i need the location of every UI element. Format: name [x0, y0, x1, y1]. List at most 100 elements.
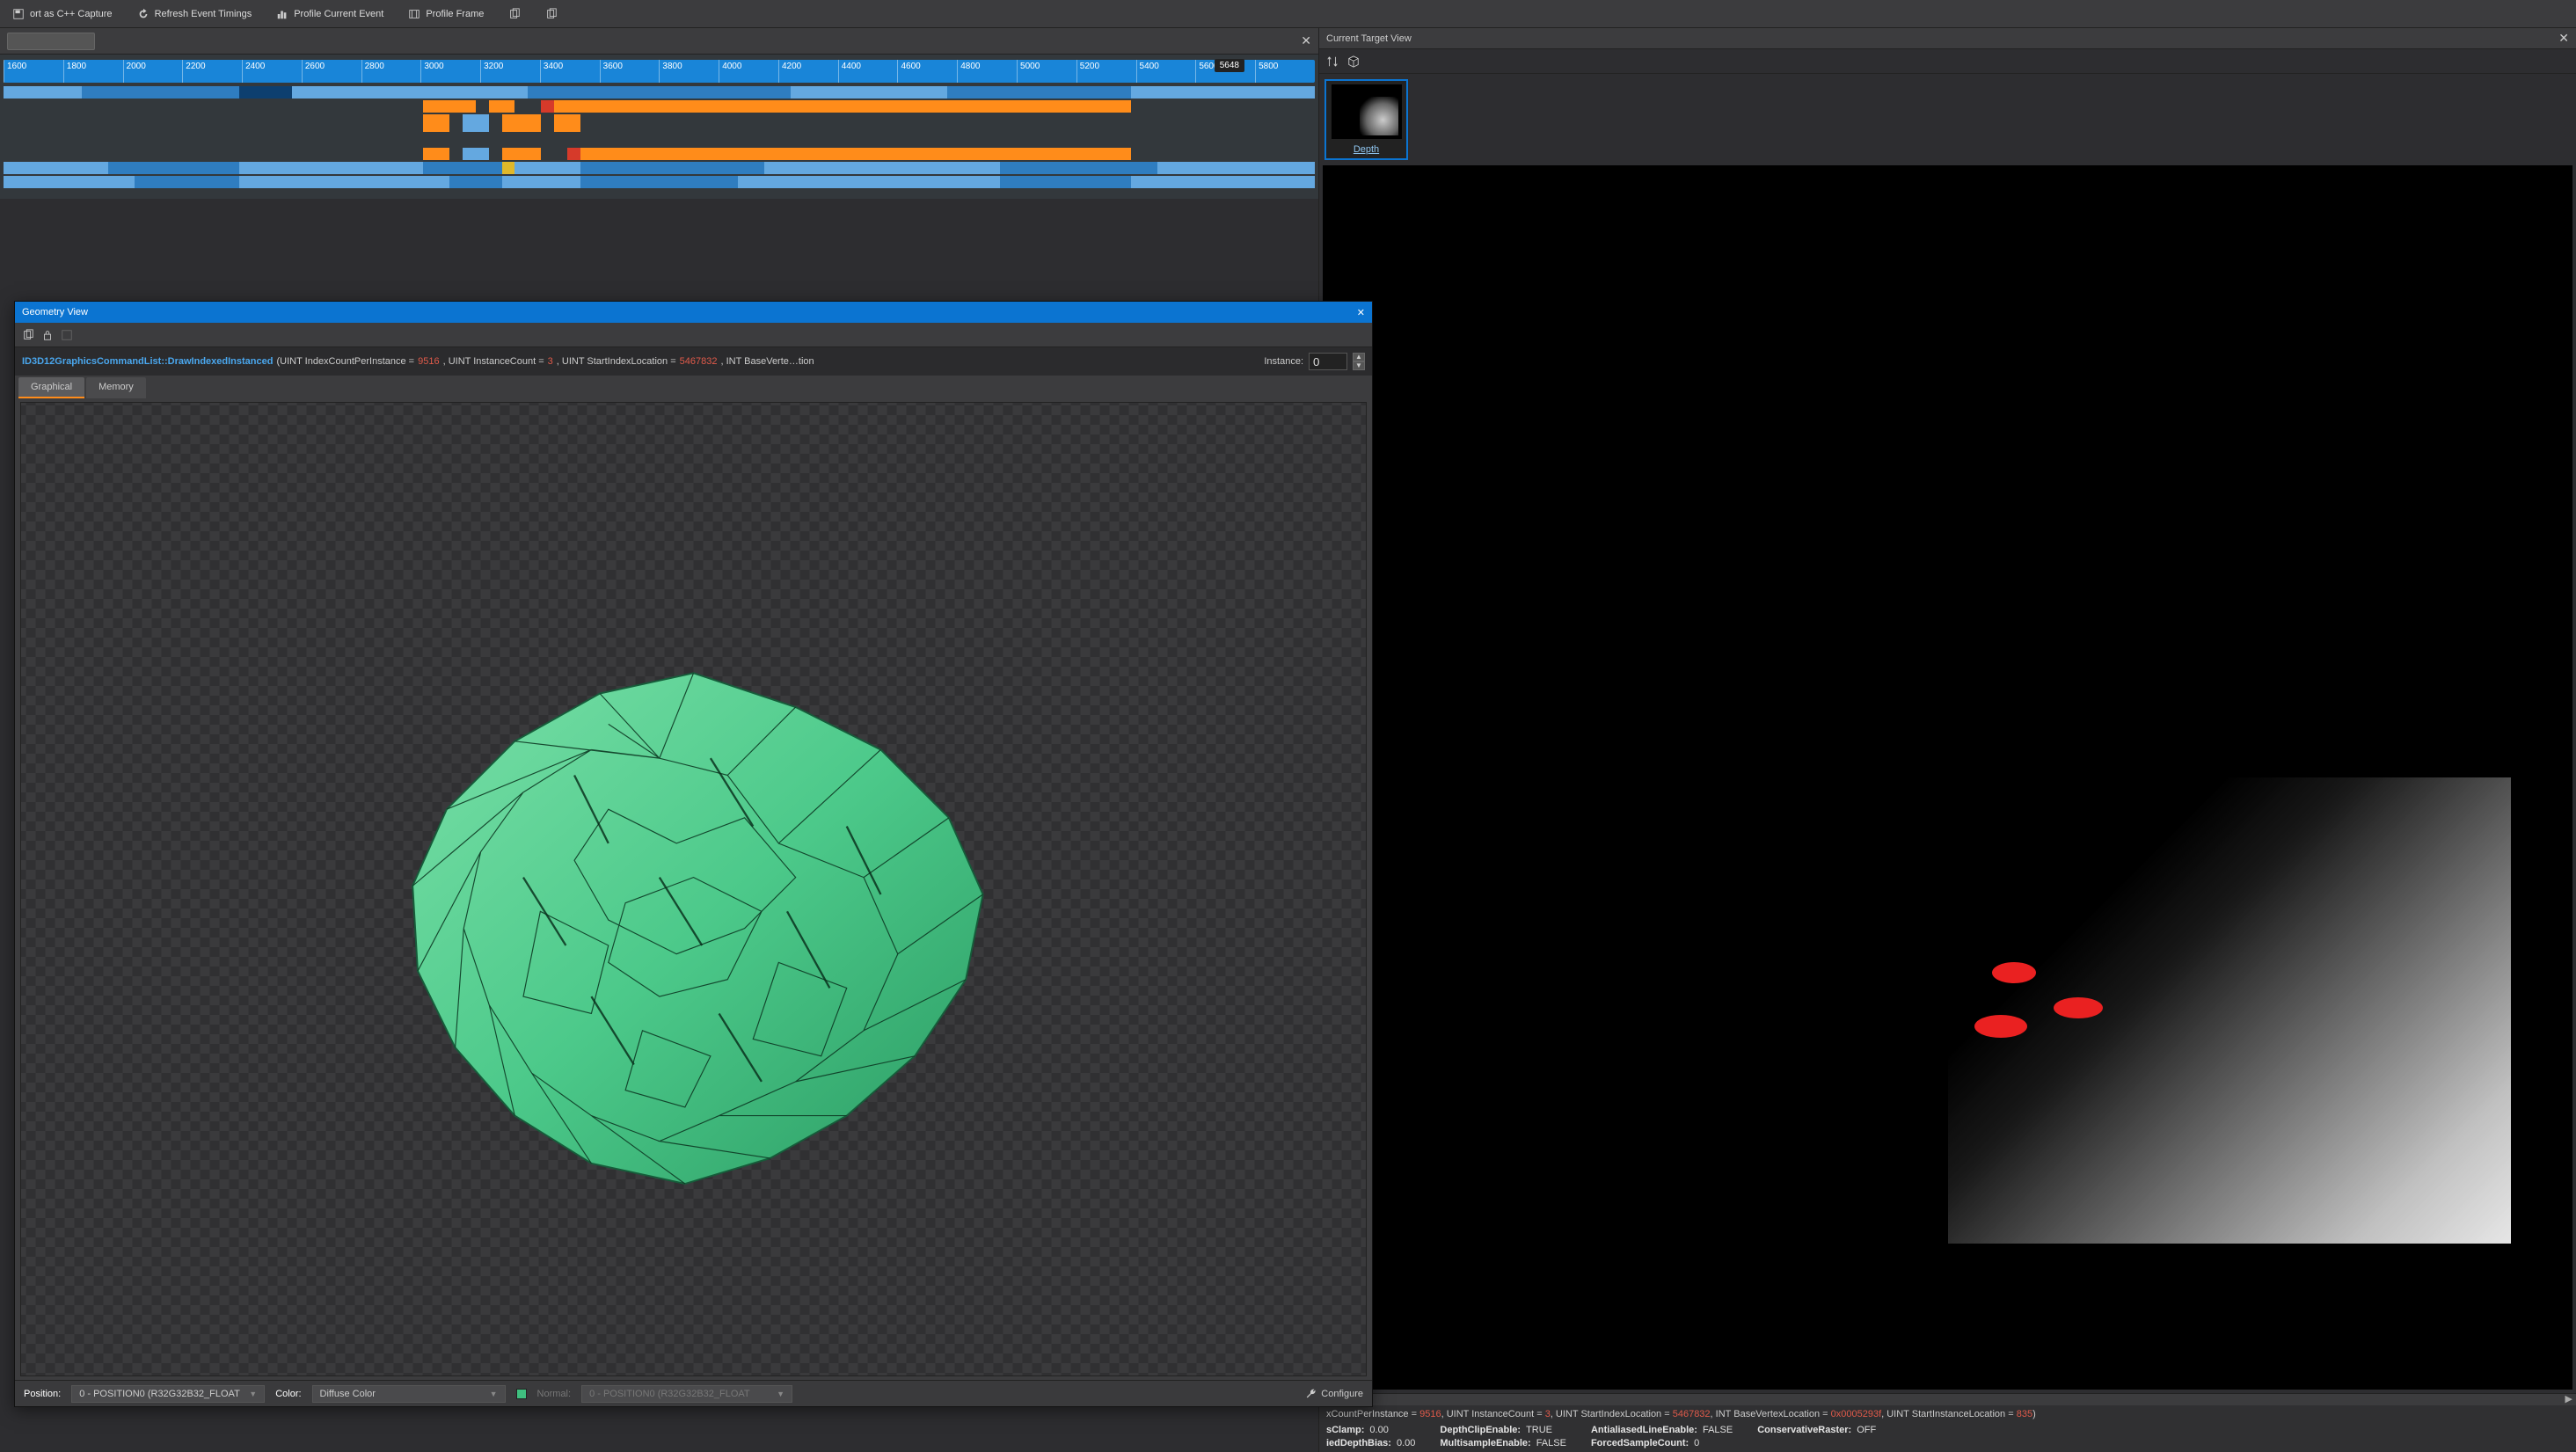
target-view-header: Current Target View ✕ — [1319, 28, 2576, 49]
timeline-track[interactable] — [4, 100, 1315, 113]
color-label: Color: — [275, 1389, 301, 1399]
bars-icon — [276, 8, 288, 20]
right-column: Current Target View ✕ Depth xCountPerIns… — [1318, 28, 2576, 1452]
ruler-tick: 2200 — [182, 60, 242, 83]
timeline-track[interactable] — [4, 148, 1315, 160]
timeline-cursor-value: 5648 — [1215, 59, 1244, 72]
ruler-tick: 4400 — [838, 60, 898, 83]
ruler-tick: 2400 — [242, 60, 302, 83]
refresh-icon — [137, 8, 150, 20]
copy-icon-button[interactable] — [503, 4, 526, 24]
timeline-ruler[interactable]: 5648 16001800200022002400260028003000320… — [4, 60, 1315, 83]
ruler-tick: 4600 — [897, 60, 957, 83]
depth-thumbnail — [1332, 84, 1402, 139]
render-target-strip: Depth — [1319, 74, 2576, 165]
geometry-view-panel: Geometry View ✕ ID3D12GraphicsCommandLis… — [14, 301, 1373, 1407]
ruler-tick: 3600 — [600, 60, 660, 83]
refresh-label: Refresh Event Timings — [155, 9, 252, 19]
event-timeline[interactable]: 5648 16001800200022002400260028003000320… — [0, 55, 1318, 199]
disabled-icon — [61, 329, 73, 341]
horizontal-scrollbar[interactable] — [1319, 1393, 2576, 1405]
ruler-tick: 5200 — [1076, 60, 1136, 83]
instance-label: Instance: — [1264, 356, 1303, 367]
target-toolbar — [1319, 49, 2576, 74]
timeline-track[interactable] — [4, 114, 1315, 132]
instance-spinner[interactable]: ▲▼ — [1353, 353, 1365, 370]
timeline-track[interactable] — [4, 162, 1315, 174]
target-close-button[interactable]: ✕ — [2558, 31, 2569, 46]
color-dropdown[interactable]: Diffuse Color▼ — [312, 1385, 506, 1403]
depth-label[interactable]: Depth — [1354, 144, 1379, 155]
filter-dropdown[interactable] — [7, 33, 95, 50]
position-label: Position: — [24, 1389, 61, 1399]
geometry-titlebar[interactable]: Geometry View ✕ — [15, 302, 1372, 323]
copy-icon — [508, 8, 521, 20]
configure-label: Configure — [1321, 1389, 1363, 1399]
highlight-marker — [1992, 962, 2036, 983]
export-cpp-button[interactable]: ort as C++ Capture — [7, 4, 118, 24]
mesh-viewport[interactable] — [20, 402, 1367, 1376]
info-statement: xCountPerInstance = 9516, UINT InstanceC… — [1326, 1409, 2569, 1419]
geometry-footer: Position: 0 - POSITION0 (R32G32B32_FLOAT… — [15, 1380, 1372, 1406]
lock-icon[interactable] — [41, 329, 54, 341]
position-dropdown[interactable]: 0 - POSITION0 (R32G32B32_FLOAT▼ — [71, 1385, 265, 1403]
profile-current-button[interactable]: Profile Current Event — [271, 4, 389, 24]
ruler-tick: 4200 — [778, 60, 838, 83]
ruler-tick: 2000 — [123, 60, 183, 83]
render-target-card[interactable]: Depth — [1324, 79, 1408, 160]
timeline-close-button[interactable]: ✕ — [1301, 33, 1311, 48]
ruler-tick: 5400 — [1136, 60, 1196, 83]
ruler-tick: 3200 — [480, 60, 540, 83]
normal-dropdown[interactable]: 0 - POSITION0 (R32G32B32_FLOAT▼ — [581, 1385, 792, 1403]
ruler-tick: 4800 — [957, 60, 1017, 83]
main-toolbar: ort as C++ Capture Refresh Event Timings… — [0, 0, 2576, 28]
highlight-marker — [1974, 1015, 2027, 1038]
configure-button[interactable]: Configure — [1305, 1388, 1363, 1400]
geometry-tabs: Graphical Memory — [15, 376, 1372, 398]
copy2-icon-button[interactable] — [540, 4, 563, 24]
geometry-close-button[interactable]: ✕ — [1357, 307, 1365, 318]
target-view-title: Current Target View — [1326, 33, 1412, 44]
ruler-tick: 5800 — [1255, 60, 1315, 83]
tab-memory[interactable]: Memory — [86, 377, 146, 398]
cube-icon[interactable] — [1347, 55, 1360, 68]
drawcall-name: ID3D12GraphicsCommandList::DrawIndexedIn… — [22, 356, 273, 367]
timeline-track[interactable] — [4, 176, 1315, 188]
ruler-tick: 3400 — [540, 60, 600, 83]
profile-current-label: Profile Current Event — [294, 9, 383, 19]
render-viewport[interactable] — [1323, 165, 2572, 1390]
highlight-marker — [2054, 997, 2103, 1018]
normal-label: Normal: — [537, 1389, 572, 1399]
draw-call-statement: ID3D12GraphicsCommandList::DrawIndexedIn… — [15, 347, 1372, 376]
ruler-tick: 4000 — [719, 60, 778, 83]
copy-icon[interactable] — [22, 329, 34, 341]
profile-frame-button[interactable]: Profile Frame — [403, 4, 489, 24]
tab-graphical[interactable]: Graphical — [18, 377, 84, 398]
instance-input[interactable] — [1309, 353, 1347, 370]
ruler-tick: 3800 — [659, 60, 719, 83]
ruler-tick: 1800 — [63, 60, 123, 83]
depth-scene — [1948, 777, 2511, 1244]
geometry-title: Geometry View — [22, 307, 88, 317]
mesh-preview — [344, 656, 1043, 1200]
export-label: ort as C++ Capture — [30, 9, 113, 19]
profile-frame-label: Profile Frame — [426, 9, 484, 19]
wrench-icon — [1305, 1388, 1317, 1400]
ruler-tick: 3000 — [420, 60, 480, 83]
ruler-tick: 1600 — [4, 60, 63, 83]
refresh-timings-button[interactable]: Refresh Event Timings — [132, 4, 258, 24]
instance-selector: Instance: ▲▼ — [1264, 353, 1365, 370]
timeline-track[interactable] — [4, 86, 1315, 99]
ruler-tick: 5000 — [1017, 60, 1076, 83]
swap-icon[interactable] — [1326, 55, 1339, 68]
info-panel: xCountPerInstance = 9516, UINT InstanceC… — [1319, 1405, 2576, 1452]
geometry-toolbar — [15, 323, 1372, 347]
copy2-icon — [545, 8, 558, 20]
ruler-tick: 2800 — [361, 60, 421, 83]
film-icon — [408, 8, 420, 20]
ruler-tick: 2600 — [302, 60, 361, 83]
raster-state-grid: sClamp:0.00 iedDepthBias:0.00 DepthClipE… — [1326, 1425, 2569, 1448]
disk-icon — [12, 8, 25, 20]
timeline-subbar: ✕ — [0, 28, 1318, 55]
color-swatch — [516, 1389, 527, 1399]
